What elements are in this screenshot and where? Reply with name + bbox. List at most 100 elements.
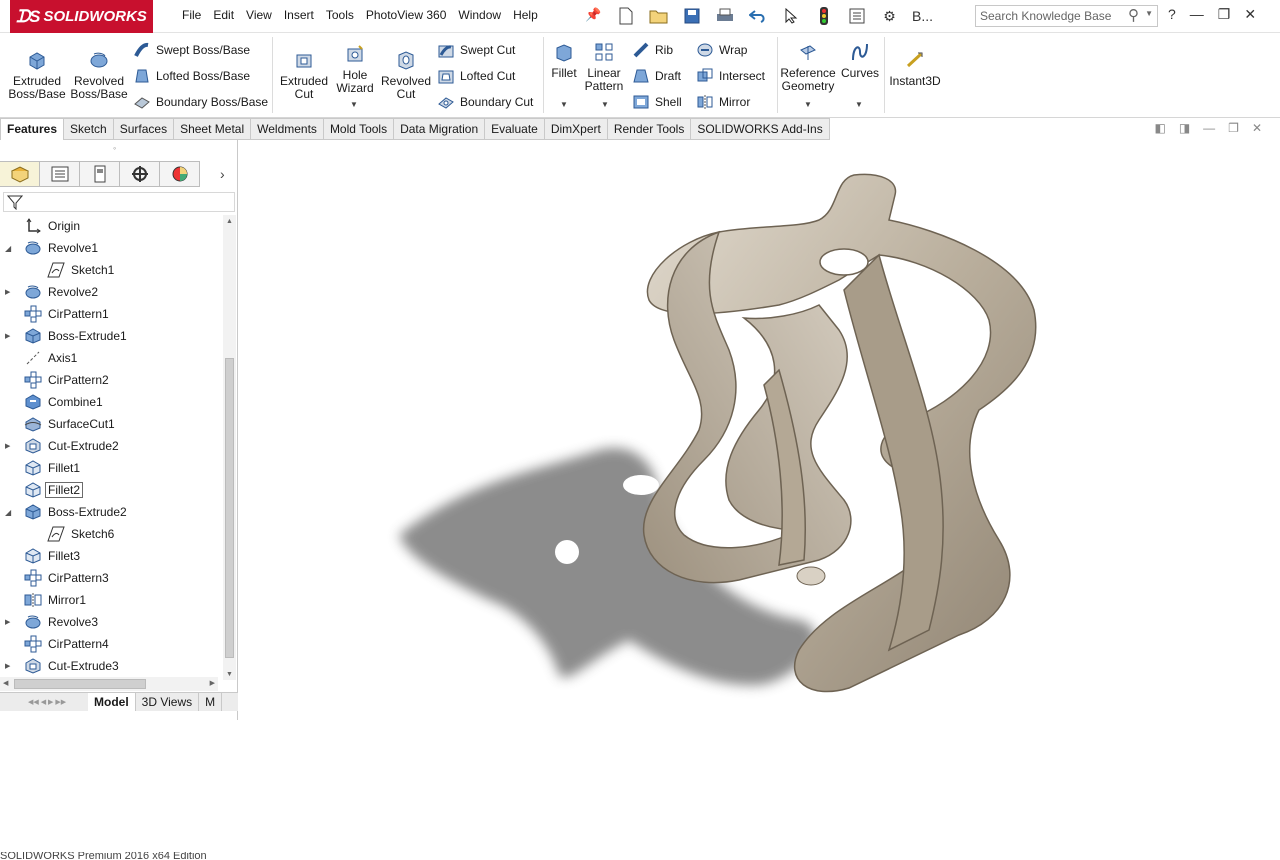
curves-button[interactable]: Curves [841, 41, 879, 80]
tree-scroll-thumb[interactable] [225, 358, 234, 658]
tab-mold-tools[interactable]: Mold Tools [323, 118, 395, 140]
menu-photoview[interactable]: PhotoView 360 [366, 8, 456, 22]
chevron-down-icon[interactable]: ▼ [1145, 9, 1153, 18]
expand-arrow-icon[interactable]: ▶ [5, 332, 13, 340]
swept-cut-button[interactable]: Swept Cut [437, 41, 515, 59]
tree-item[interactable]: ▶ Boss-Extrude1 [0, 325, 223, 347]
menu-file[interactable]: File [182, 8, 210, 22]
tab-sketch[interactable]: Sketch [64, 118, 114, 140]
expand-arrow-icon[interactable]: ▶ [5, 442, 13, 450]
tab-surfaces[interactable]: Surfaces [113, 118, 175, 140]
scroll-left-icon[interactable]: ◀ [3, 679, 8, 687]
tree-item[interactable]: ◢ Revolve1 [0, 237, 223, 259]
tree-item[interactable]: ▶ Revolve3 [0, 611, 223, 633]
expand-arrow-icon[interactable]: ▶ [5, 618, 13, 626]
intersect-button[interactable]: Intersect [696, 67, 765, 85]
menu-tools[interactable]: Tools [326, 8, 363, 22]
doc-restore-icon[interactable]: ❐ [1228, 121, 1239, 135]
tab-data-migration[interactable]: Data Migration [394, 118, 486, 140]
configuration-manager-tab-icon[interactable] [80, 161, 120, 187]
draft-button[interactable]: Draft [632, 67, 681, 85]
scroll-up-icon[interactable]: ▲ [226, 218, 233, 225]
tree-filter[interactable] [3, 192, 235, 212]
tree-hscroll-thumb[interactable] [14, 679, 146, 689]
tree-item[interactable]: Origin [0, 215, 223, 237]
file-properties-icon[interactable] [843, 4, 870, 28]
tree-item[interactable]: Fillet1 [0, 457, 223, 479]
tree-item[interactable]: SurfaceCut1 [0, 413, 223, 435]
revolved-boss-button[interactable]: Revolved Boss/Base [70, 49, 128, 101]
fillet-dropdown[interactable]: ▼ [560, 100, 568, 109]
tree-item[interactable]: CirPattern3 [0, 567, 223, 589]
tree-vertical-scrollbar[interactable]: ▲ ▼ [223, 215, 236, 680]
hole-wizard-button[interactable]: Hole Wizard [332, 43, 378, 95]
tab-sheet-metal[interactable]: Sheet Metal [174, 118, 252, 140]
tree-item[interactable]: Sketch6 [0, 523, 223, 545]
rib-button[interactable]: Rib [632, 41, 673, 59]
tile-left-icon[interactable]: ◧ [1154, 121, 1165, 135]
search-knowledge-base[interactable]: Search Knowledge Base ⚲ ▼ [975, 5, 1158, 27]
extruded-cut-button[interactable]: Extruded Cut [278, 49, 330, 101]
search-icon[interactable]: ⚲ [1128, 6, 1139, 24]
mirror-button[interactable]: Mirror [696, 93, 750, 111]
tree-item[interactable]: Fillet2 [0, 479, 223, 501]
menu-insert[interactable]: Insert [284, 8, 323, 22]
tree-item[interactable]: Combine1 [0, 391, 223, 413]
tree-item[interactable]: CirPattern4 [0, 633, 223, 655]
tree-horizontal-scrollbar[interactable]: ◀ ▶ [0, 677, 218, 691]
restore-icon[interactable]: ❐ [1218, 6, 1231, 23]
graphics-area[interactable] [239, 140, 1280, 720]
tree-item[interactable]: Mirror1 [0, 589, 223, 611]
filter-icon[interactable] [7, 194, 23, 210]
undo-icon[interactable] [744, 4, 771, 28]
new-document-icon[interactable] [612, 4, 639, 28]
tree-item[interactable]: CirPattern1 [0, 303, 223, 325]
collapse-arrow-icon[interactable]: ◢ [5, 508, 13, 517]
property-manager-tab-icon[interactable] [40, 161, 80, 187]
menu-window[interactable]: Window [458, 8, 510, 22]
tree-item[interactable]: Fillet3 [0, 545, 223, 567]
scroll-right-icon[interactable]: ▶ [210, 679, 215, 687]
tab-solidworks-addins[interactable]: SOLIDWORKS Add-Ins [691, 118, 830, 140]
tab-3d-views[interactable]: 3D Views [136, 693, 200, 711]
tree-item[interactable]: CirPattern2 [0, 369, 223, 391]
tab-dimxpert[interactable]: DimXpert [544, 118, 608, 140]
menu-edit[interactable]: Edit [213, 8, 243, 22]
select-cursor-icon[interactable] [777, 4, 804, 28]
instant3d-button[interactable]: Instant3D [888, 49, 942, 88]
swept-boss-button[interactable]: Swept Boss/Base [133, 41, 250, 59]
doc-close-icon[interactable]: ✕ [1252, 121, 1262, 135]
revolved-cut-button[interactable]: Revolved Cut [380, 49, 432, 101]
expand-arrow-icon[interactable]: ▶ [5, 288, 13, 296]
panel-grip-icon[interactable]: ◦ [113, 143, 116, 153]
hole-wizard-dropdown[interactable]: ▼ [350, 100, 358, 109]
tab-motion[interactable]: M [199, 693, 223, 711]
save-icon[interactable] [678, 4, 705, 28]
shell-button[interactable]: Shell [632, 93, 682, 111]
open-folder-icon[interactable] [645, 4, 672, 28]
menu-view[interactable]: View [246, 8, 281, 22]
linear-pattern-button[interactable]: Linear Pattern [583, 41, 625, 93]
extruded-boss-button[interactable]: Extruded Boss/Base [6, 49, 68, 101]
menu-help[interactable]: Help [513, 8, 547, 22]
search-input[interactable]: Search Knowledge Base [980, 9, 1111, 23]
lofted-cut-button[interactable]: Lofted Cut [437, 67, 515, 85]
expand-arrow-icon[interactable]: ▶ [5, 662, 13, 670]
b-menu[interactable]: B... [909, 4, 936, 28]
pin-icon[interactable]: 📌 [585, 7, 601, 23]
tab-nav-arrows[interactable]: ◀◀ ◀ ▶ ▶▶ [0, 693, 88, 711]
3d-model-render[interactable] [239, 140, 1280, 720]
lofted-boss-button[interactable]: Lofted Boss/Base [133, 67, 250, 85]
tree-item[interactable]: Sketch1 [0, 259, 223, 281]
close-icon[interactable]: ✕ [1244, 6, 1256, 23]
collapse-arrow-icon[interactable]: ◢ [5, 244, 13, 253]
scroll-down-icon[interactable]: ▼ [226, 671, 233, 678]
options-gear-icon[interactable]: ⚙ [876, 4, 903, 28]
doc-minimize-icon[interactable]: — [1203, 121, 1215, 135]
tab-model[interactable]: Model [88, 693, 136, 711]
tab-features[interactable]: Features [0, 118, 65, 140]
tree-item[interactable]: ▶ Revolve2 [0, 281, 223, 303]
panel-expand-arrow-icon[interactable]: › [220, 166, 225, 182]
fillet-button[interactable]: Fillet [549, 41, 579, 80]
feature-manager-tab-icon[interactable] [0, 161, 40, 187]
